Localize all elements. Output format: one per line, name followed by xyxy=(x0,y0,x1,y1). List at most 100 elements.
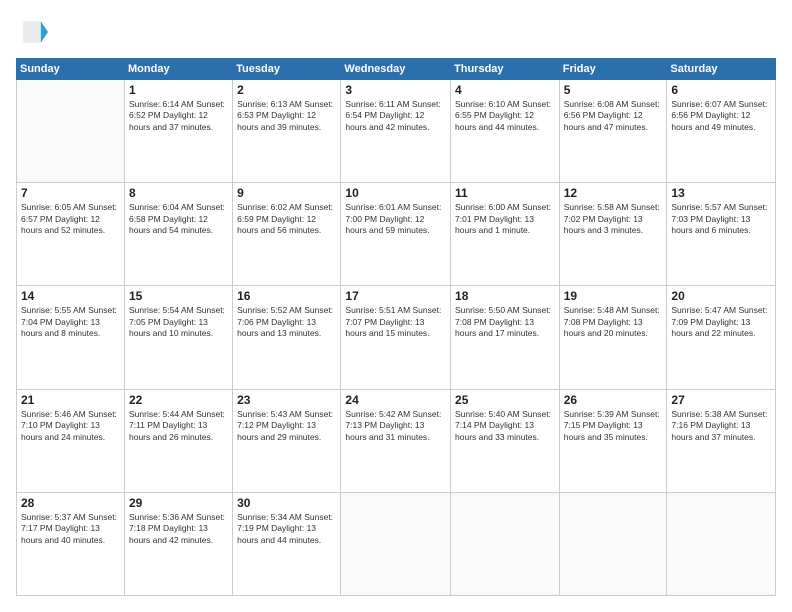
day-detail: Sunrise: 6:13 AM Sunset: 6:53 PM Dayligh… xyxy=(237,99,336,133)
day-detail: Sunrise: 5:46 AM Sunset: 7:10 PM Dayligh… xyxy=(21,409,120,443)
day-detail: Sunrise: 5:57 AM Sunset: 7:03 PM Dayligh… xyxy=(671,202,771,236)
day-number: 23 xyxy=(237,393,336,407)
day-number: 5 xyxy=(564,83,663,97)
day-detail: Sunrise: 5:48 AM Sunset: 7:08 PM Dayligh… xyxy=(564,305,663,339)
day-detail: Sunrise: 5:58 AM Sunset: 7:02 PM Dayligh… xyxy=(564,202,663,236)
day-number: 27 xyxy=(671,393,771,407)
calendar-cell: 30 Sunrise: 5:34 AM Sunset: 7:19 PM Dayli… xyxy=(233,492,341,595)
calendar-cell: 22 Sunrise: 5:44 AM Sunset: 7:11 PM Dayli… xyxy=(125,389,233,492)
day-number: 9 xyxy=(237,186,336,200)
calendar-cell: 6 Sunrise: 6:07 AM Sunset: 6:56 PM Daylig… xyxy=(667,80,776,183)
day-number: 6 xyxy=(671,83,771,97)
calendar-week: 21 Sunrise: 5:46 AM Sunset: 7:10 PM Dayli… xyxy=(17,389,776,492)
calendar-cell: 5 Sunrise: 6:08 AM Sunset: 6:56 PM Daylig… xyxy=(559,80,667,183)
day-number: 22 xyxy=(129,393,228,407)
calendar-cell: 18 Sunrise: 5:50 AM Sunset: 7:08 PM Dayli… xyxy=(451,286,560,389)
day-number: 20 xyxy=(671,289,771,303)
day-detail: Sunrise: 6:07 AM Sunset: 6:56 PM Dayligh… xyxy=(671,99,771,133)
calendar-body: 1 Sunrise: 6:14 AM Sunset: 6:52 PM Daylig… xyxy=(17,80,776,596)
calendar-cell xyxy=(17,80,125,183)
header-row: SundayMondayTuesdayWednesdayThursdayFrid… xyxy=(17,59,776,80)
calendar-cell: 29Sunrise: 5:36 AM Sunset: 7:18 PM Dayli… xyxy=(125,492,233,595)
calendar-cell: 7 Sunrise: 6:05 AM Sunset: 6:57 PM Daylig… xyxy=(17,183,125,286)
calendar-cell: 15 Sunrise: 5:54 AM Sunset: 7:05 PM Dayli… xyxy=(125,286,233,389)
day-detail: Sunrise: 6:04 AM Sunset: 6:58 PM Dayligh… xyxy=(129,202,228,236)
calendar-cell: 24 Sunrise: 5:42 AM Sunset: 7:13 PM Dayli… xyxy=(341,389,451,492)
day-number: 3 xyxy=(345,83,446,97)
calendar-cell: 13 Sunrise: 5:57 AM Sunset: 7:03 PM Dayli… xyxy=(667,183,776,286)
day-number: 24 xyxy=(345,393,446,407)
day-detail: Sunrise: 5:43 AM Sunset: 7:12 PM Dayligh… xyxy=(237,409,336,443)
day-number: 4 xyxy=(455,83,555,97)
day-detail: Sunrise: 6:05 AM Sunset: 6:57 PM Dayligh… xyxy=(21,202,120,236)
header-day: Sunday xyxy=(17,59,125,80)
day-detail: Sunrise: 5:50 AM Sunset: 7:08 PM Dayligh… xyxy=(455,305,555,339)
day-detail: Sunrise: 6:10 AM Sunset: 6:55 PM Dayligh… xyxy=(455,99,555,133)
day-number: 18 xyxy=(455,289,555,303)
calendar-week: 28Sunrise: 5:37 AM Sunset: 7:17 PM Dayli… xyxy=(17,492,776,595)
calendar-cell: 23 Sunrise: 5:43 AM Sunset: 7:12 PM Dayli… xyxy=(233,389,341,492)
day-number: 7 xyxy=(21,186,120,200)
day-number: 14 xyxy=(21,289,120,303)
day-number: 2 xyxy=(237,83,336,97)
calendar-cell: 27 Sunrise: 5:38 AM Sunset: 7:16 PM Dayli… xyxy=(667,389,776,492)
day-detail: Sunrise: 5:47 AM Sunset: 7:09 PM Dayligh… xyxy=(671,305,771,339)
calendar-cell: 8 Sunrise: 6:04 AM Sunset: 6:58 PM Daylig… xyxy=(125,183,233,286)
page: SundayMondayTuesdayWednesdayThursdayFrid… xyxy=(0,0,792,612)
day-detail: Sunrise: 5:34 AM Sunset: 7:19 PM Dayligh… xyxy=(237,512,336,546)
calendar-cell: 4 Sunrise: 6:10 AM Sunset: 6:55 PM Daylig… xyxy=(451,80,560,183)
day-detail: Sunrise: 5:54 AM Sunset: 7:05 PM Dayligh… xyxy=(129,305,228,339)
calendar-week: 7 Sunrise: 6:05 AM Sunset: 6:57 PM Daylig… xyxy=(17,183,776,286)
day-number: 11 xyxy=(455,186,555,200)
calendar-cell: 28Sunrise: 5:37 AM Sunset: 7:17 PM Dayli… xyxy=(17,492,125,595)
day-detail: Sunrise: 5:40 AM Sunset: 7:14 PM Dayligh… xyxy=(455,409,555,443)
day-detail: Sunrise: 6:01 AM Sunset: 7:00 PM Dayligh… xyxy=(345,202,446,236)
calendar-cell xyxy=(667,492,776,595)
calendar-cell: 12 Sunrise: 5:58 AM Sunset: 7:02 PM Dayli… xyxy=(559,183,667,286)
calendar-cell: 1 Sunrise: 6:14 AM Sunset: 6:52 PM Daylig… xyxy=(125,80,233,183)
day-detail: Sunrise: 6:14 AM Sunset: 6:52 PM Dayligh… xyxy=(129,99,228,133)
logo xyxy=(16,16,52,48)
day-number: 30 xyxy=(237,496,336,510)
day-detail: Sunrise: 5:51 AM Sunset: 7:07 PM Dayligh… xyxy=(345,305,446,339)
day-number: 28 xyxy=(21,496,120,510)
header-day: Wednesday xyxy=(341,59,451,80)
calendar-week: 14 Sunrise: 5:55 AM Sunset: 7:04 PM Dayli… xyxy=(17,286,776,389)
calendar-cell: 25 Sunrise: 5:40 AM Sunset: 7:14 PM Dayli… xyxy=(451,389,560,492)
calendar-cell: 19 Sunrise: 5:48 AM Sunset: 7:08 PM Dayli… xyxy=(559,286,667,389)
calendar-cell: 2 Sunrise: 6:13 AM Sunset: 6:53 PM Daylig… xyxy=(233,80,341,183)
day-number: 1 xyxy=(129,83,228,97)
calendar-cell: 20 Sunrise: 5:47 AM Sunset: 7:09 PM Dayli… xyxy=(667,286,776,389)
calendar-cell xyxy=(341,492,451,595)
header-day: Thursday xyxy=(451,59,560,80)
day-number: 12 xyxy=(564,186,663,200)
header-day: Monday xyxy=(125,59,233,80)
day-number: 25 xyxy=(455,393,555,407)
day-detail: Sunrise: 5:38 AM Sunset: 7:16 PM Dayligh… xyxy=(671,409,771,443)
day-number: 21 xyxy=(21,393,120,407)
header xyxy=(16,16,776,48)
day-number: 19 xyxy=(564,289,663,303)
calendar-cell: 17Sunrise: 5:51 AM Sunset: 7:07 PM Dayli… xyxy=(341,286,451,389)
calendar-cell: 14 Sunrise: 5:55 AM Sunset: 7:04 PM Dayli… xyxy=(17,286,125,389)
day-number: 8 xyxy=(129,186,228,200)
header-day: Friday xyxy=(559,59,667,80)
calendar-cell: 11 Sunrise: 6:00 AM Sunset: 7:01 PM Dayli… xyxy=(451,183,560,286)
day-number: 26 xyxy=(564,393,663,407)
day-detail: Sunrise: 6:00 AM Sunset: 7:01 PM Dayligh… xyxy=(455,202,555,236)
day-number: 15 xyxy=(129,289,228,303)
calendar-cell: 16Sunrise: 5:52 AM Sunset: 7:06 PM Dayli… xyxy=(233,286,341,389)
day-number: 13 xyxy=(671,186,771,200)
day-detail: Sunrise: 5:39 AM Sunset: 7:15 PM Dayligh… xyxy=(564,409,663,443)
calendar-table: SundayMondayTuesdayWednesdayThursdayFrid… xyxy=(16,58,776,596)
calendar-cell: 21 Sunrise: 5:46 AM Sunset: 7:10 PM Dayli… xyxy=(17,389,125,492)
day-detail: Sunrise: 5:42 AM Sunset: 7:13 PM Dayligh… xyxy=(345,409,446,443)
calendar-cell: 10Sunrise: 6:01 AM Sunset: 7:00 PM Dayli… xyxy=(341,183,451,286)
calendar-header: SundayMondayTuesdayWednesdayThursdayFrid… xyxy=(17,59,776,80)
day-detail: Sunrise: 6:08 AM Sunset: 6:56 PM Dayligh… xyxy=(564,99,663,133)
day-detail: Sunrise: 5:55 AM Sunset: 7:04 PM Dayligh… xyxy=(21,305,120,339)
calendar-cell: 9Sunrise: 6:02 AM Sunset: 6:59 PM Daylig… xyxy=(233,183,341,286)
day-detail: Sunrise: 5:44 AM Sunset: 7:11 PM Dayligh… xyxy=(129,409,228,443)
header-day: Saturday xyxy=(667,59,776,80)
logo-icon xyxy=(16,16,48,48)
